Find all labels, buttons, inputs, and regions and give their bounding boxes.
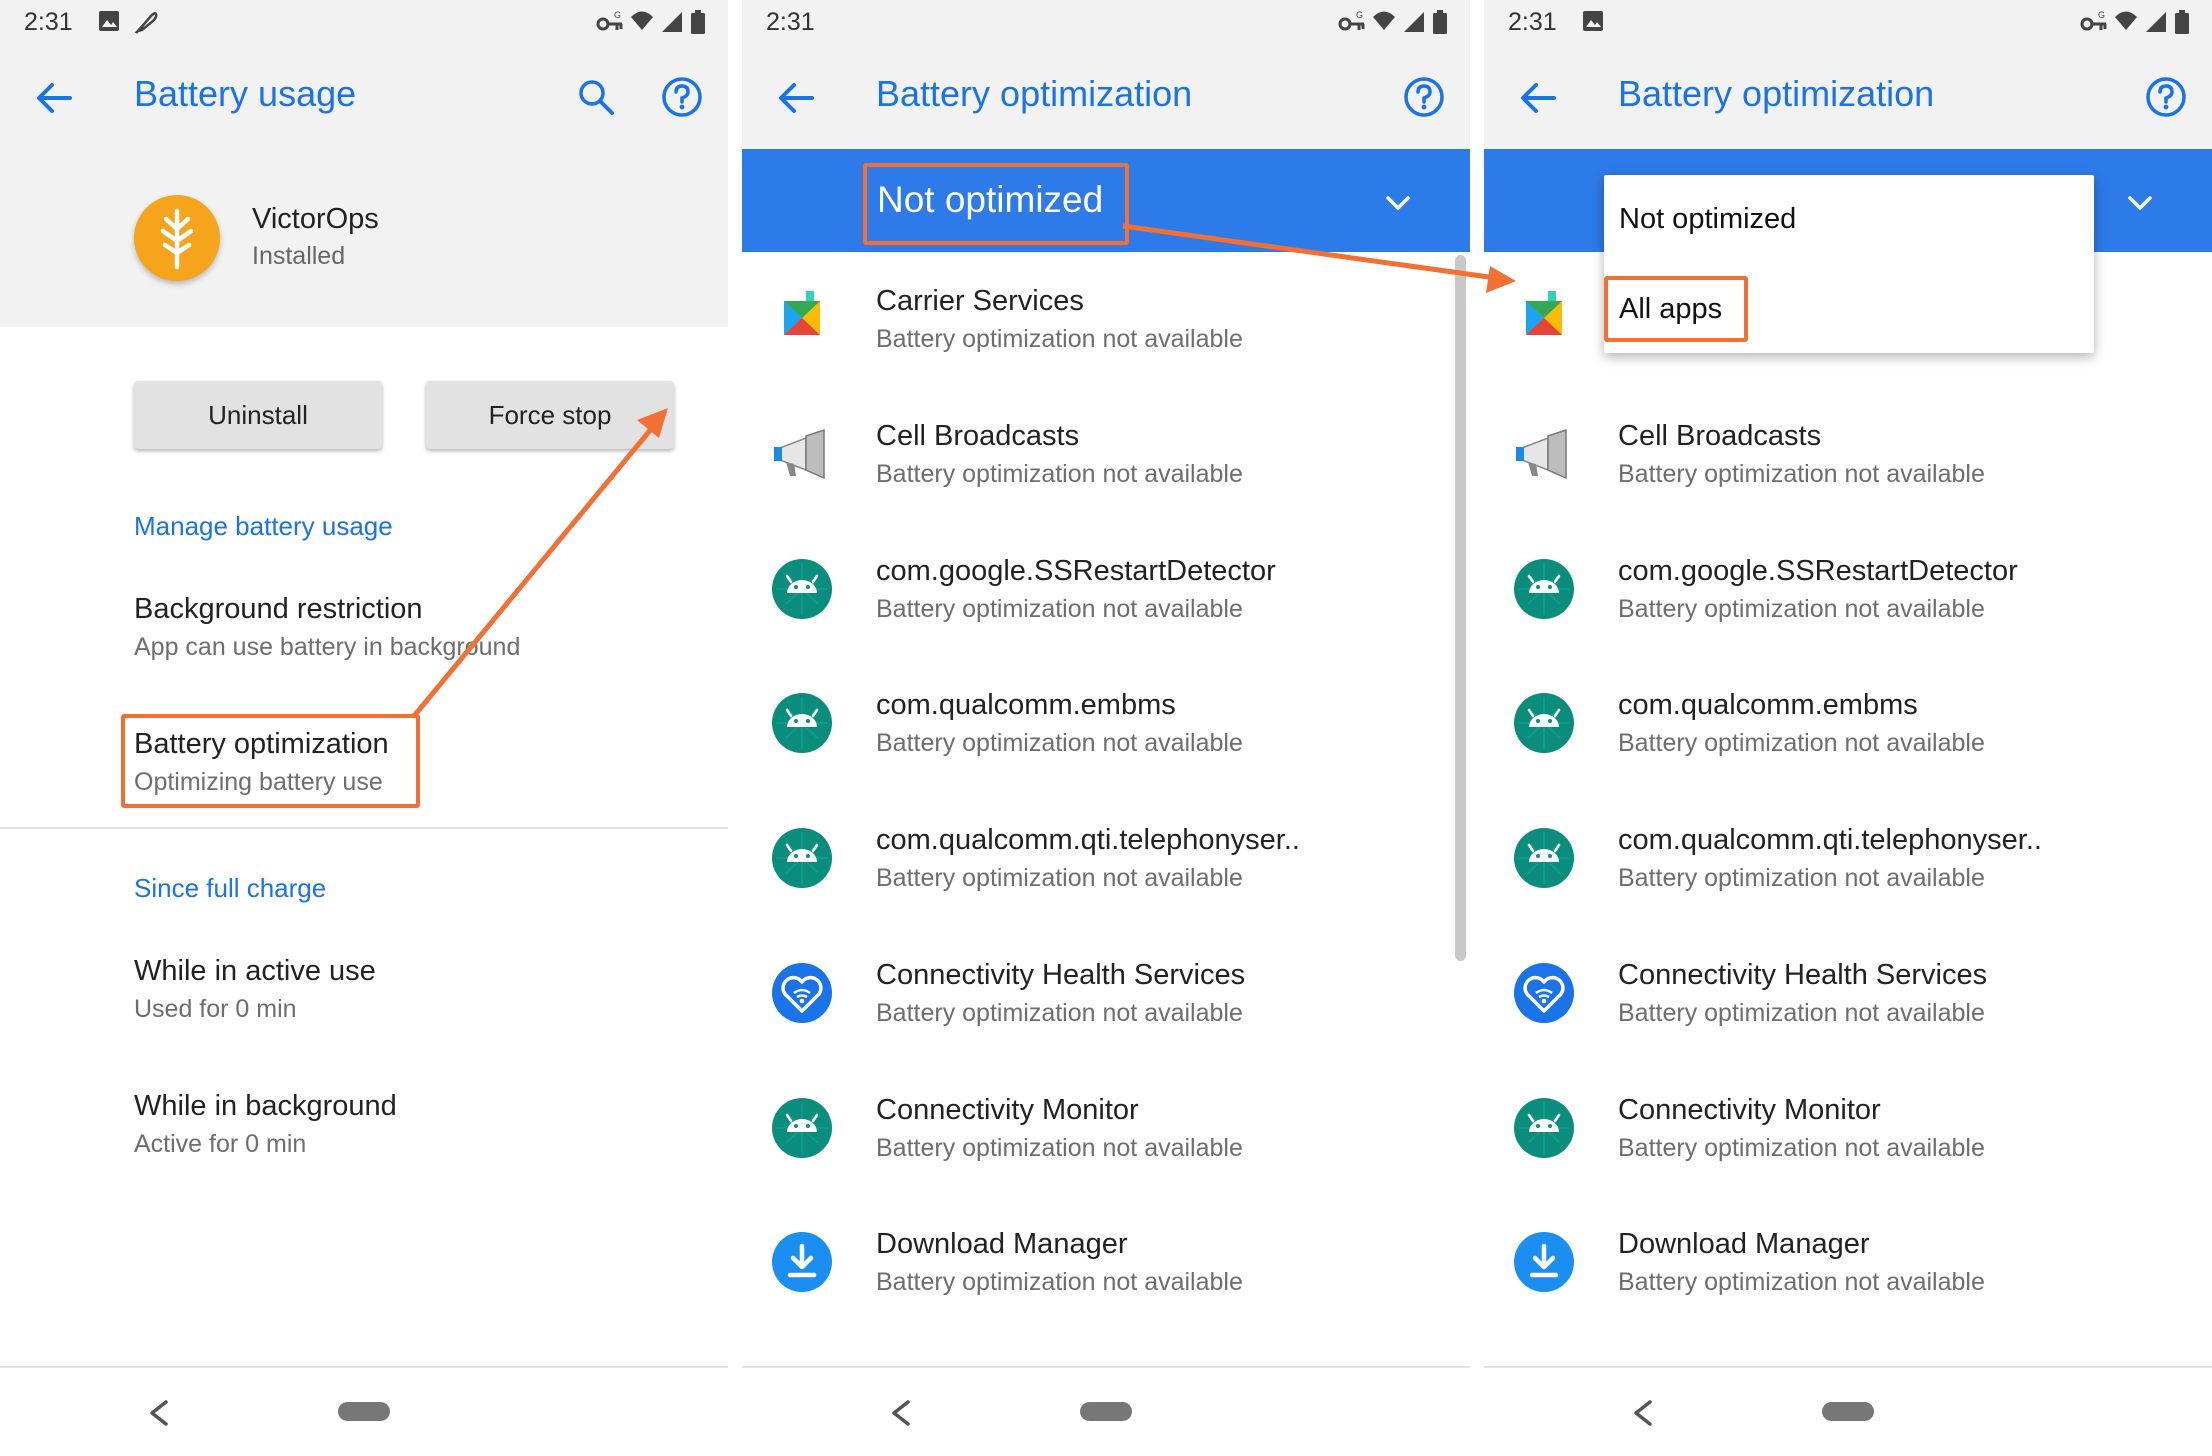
arrow-to-force-stop [412, 408, 668, 718]
arrow-to-all-apps [1122, 223, 1516, 293]
annotation-arrows [412, 223, 1516, 718]
